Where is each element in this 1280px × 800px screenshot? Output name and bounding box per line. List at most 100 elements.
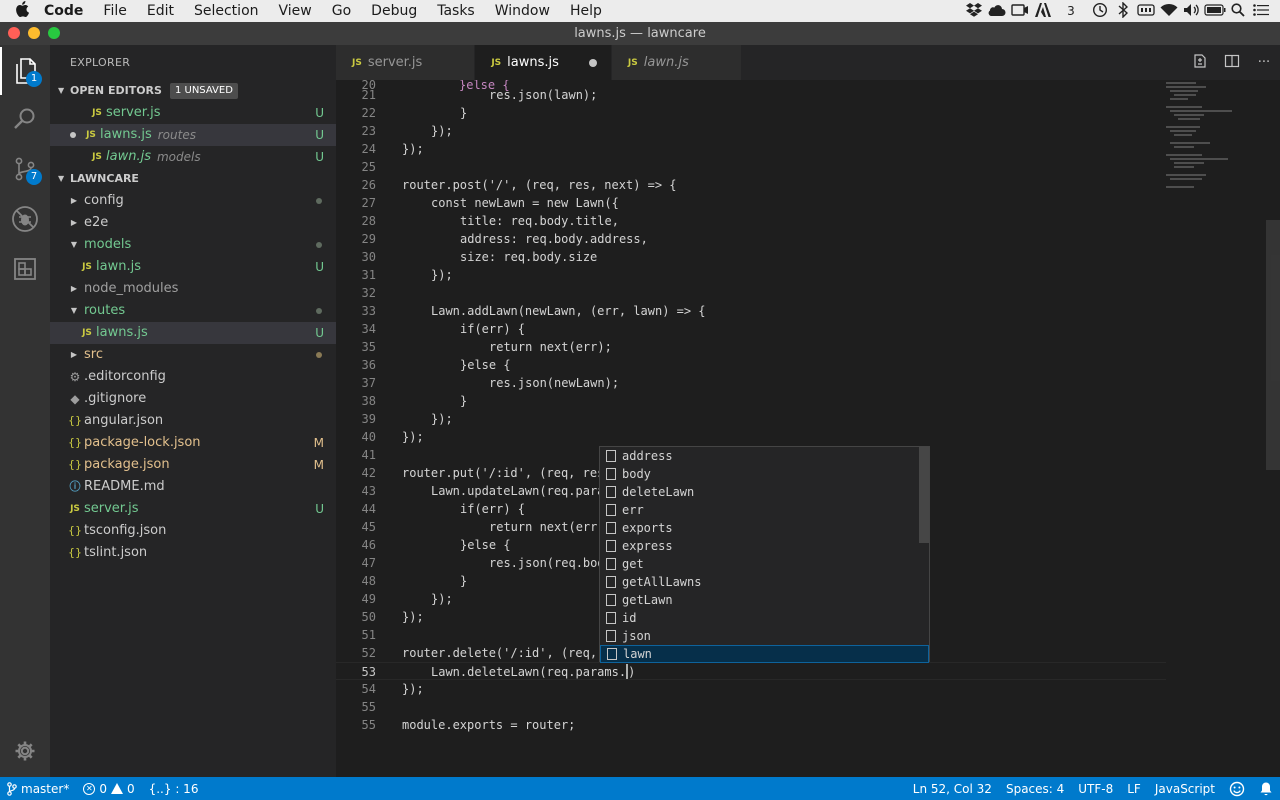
apple-icon[interactable] — [0, 1, 44, 21]
file-name: package.json — [84, 457, 170, 472]
tree-file-lawn-js[interactable]: JS lawn.js U — [50, 256, 336, 278]
encoding-status[interactable]: UTF-8 — [1071, 782, 1120, 796]
js-file-icon: JS — [70, 504, 80, 514]
open-changes-icon[interactable] — [1184, 53, 1216, 73]
suggestion-item[interactable]: id — [600, 609, 929, 627]
tree-folder-models[interactable]: ▼ models — [50, 234, 336, 256]
json-file-icon: {} — [68, 546, 82, 559]
code-editor[interactable]: 20}else { 21 res.json(lawn); 22} 23}); 24… — [336, 80, 1280, 777]
tree-file-lawns-js[interactable]: JS lawns.js U — [50, 322, 336, 344]
open-editor-lawns-js[interactable]: JS lawns.js routes U — [50, 124, 336, 146]
tree-file-server-js[interactable]: JS server.js U — [50, 498, 336, 520]
menu-file[interactable]: File — [93, 3, 136, 19]
manage-activity[interactable] — [0, 727, 50, 775]
file-name: angular.json — [84, 413, 164, 428]
language-status[interactable]: JavaScript — [1148, 782, 1222, 796]
git-status-badge: U — [315, 106, 324, 120]
json-file-icon: {} — [68, 458, 82, 471]
suggestion-item[interactable]: express — [600, 537, 929, 555]
suggestion-item[interactable]: json — [600, 627, 929, 645]
menu-app-name[interactable]: Code — [44, 3, 93, 19]
suggestion-item[interactable]: get — [600, 555, 929, 573]
extensions-icon — [14, 258, 36, 280]
file-name: lawns.js — [100, 127, 152, 142]
open-editors-header[interactable]: ▼ OPEN EDITORS 1 UNSAVED — [50, 80, 336, 102]
indentation-status[interactable]: Spaces: 4 — [999, 782, 1071, 796]
feedback-smiley-icon[interactable] — [1222, 781, 1252, 797]
wifi-icon[interactable] — [1157, 3, 1180, 20]
open-editor-server-js[interactable]: JS server.js U — [50, 102, 336, 124]
tree-file-readme[interactable]: ⓘ README.md — [50, 476, 336, 498]
suggestion-item[interactable]: getAllLawns — [600, 573, 929, 591]
tree-folder-routes[interactable]: ▼ routes — [50, 300, 336, 322]
breadcrumb-status[interactable]: {..} : 16 — [142, 782, 206, 796]
battery-icon[interactable] — [1203, 3, 1226, 19]
menu-edit[interactable]: Edit — [137, 3, 184, 19]
suggestion-item[interactable]: err — [600, 501, 929, 519]
tree-file-tslint-json[interactable]: {} tslint.json — [50, 542, 336, 564]
tree-folder-e2e[interactable]: ▶ e2e — [50, 212, 336, 234]
editor-scrollbar[interactable] — [1266, 220, 1280, 470]
tab-lawns-js[interactable]: JS lawns.js — [475, 45, 612, 80]
bluetooth-icon[interactable] — [1111, 0, 1134, 21]
folder-name: routes — [84, 303, 126, 318]
suggestion-item[interactable]: body — [600, 465, 929, 483]
suggestion-item[interactable]: deleteLawn — [600, 483, 929, 501]
unsaved-dot-icon[interactable] — [588, 58, 597, 67]
menu-view[interactable]: View — [269, 3, 322, 19]
video-icon[interactable] — [1008, 3, 1031, 19]
activity-bar: 1 7 — [0, 45, 50, 777]
tab-lawn-js[interactable]: JS lawn.js — [611, 45, 742, 80]
problems-status[interactable]: ✕ 0 0 — [76, 782, 141, 796]
menu-go[interactable]: Go — [322, 3, 361, 19]
menu-help[interactable]: Help — [560, 3, 612, 19]
volume-icon[interactable] — [1180, 3, 1203, 20]
tree-file-angular-json[interactable]: {} angular.json — [50, 410, 336, 432]
menu-selection[interactable]: Selection — [184, 3, 269, 19]
minimap[interactable] — [1166, 80, 1266, 200]
suggestion-item[interactable]: address — [600, 447, 929, 465]
debug-activity[interactable] — [0, 195, 50, 243]
tree-folder-config[interactable]: ▶ config — [50, 190, 336, 212]
tree-file-gitignore[interactable]: ◆ .gitignore — [50, 388, 336, 410]
search-icon[interactable] — [1226, 2, 1249, 20]
menu-tasks[interactable]: Tasks — [427, 3, 485, 19]
tree-file-package-lock-json[interactable]: {} package-lock.json M — [50, 432, 336, 454]
tree-file-tsconfig-json[interactable]: {} tsconfig.json — [50, 520, 336, 542]
notifications-bell-icon[interactable] — [1252, 781, 1280, 797]
search-activity[interactable] — [0, 95, 50, 143]
explorer-sidebar: EXPLORER ▼ OPEN EDITORS 1 UNSAVED JS ser… — [50, 45, 336, 777]
tree-folder-src[interactable]: ▶ src — [50, 344, 336, 366]
suggestion-item[interactable]: getLawn — [600, 591, 929, 609]
macos-menubar: Code File Edit Selection View Go Debug T… — [0, 0, 1280, 22]
suggest-widget[interactable]: address body deleteLawn err exports expr… — [599, 446, 930, 663]
time-machine-icon[interactable] — [1088, 2, 1111, 21]
dock-count[interactable]: 3 — [1054, 4, 1088, 18]
split-editor-icon[interactable] — [1216, 53, 1248, 73]
extensions-activity[interactable] — [0, 245, 50, 293]
list-icon[interactable] — [1249, 3, 1272, 19]
suggest-scrollbar[interactable] — [919, 447, 929, 543]
menu-window[interactable]: Window — [485, 3, 560, 19]
unsaved-dot-icon[interactable] — [70, 132, 76, 138]
tab-server-js[interactable]: JS server.js — [336, 45, 476, 80]
explorer-activity[interactable]: 1 — [0, 47, 50, 95]
cursor-position-status[interactable]: Ln 52, Col 32 — [906, 782, 999, 796]
eol-status[interactable]: LF — [1120, 782, 1148, 796]
cloud-icon[interactable] — [985, 4, 1008, 19]
tree-file-package-json[interactable]: {} package.json M — [50, 454, 336, 476]
source-control-activity[interactable]: 7 — [0, 145, 50, 193]
dropbox-icon[interactable] — [962, 2, 985, 20]
more-actions-icon[interactable]: ··· — [1248, 55, 1280, 70]
suggestion-item-focused[interactable]: lawn — [600, 645, 929, 663]
battery-meter-icon[interactable] — [1134, 3, 1157, 19]
branch-status[interactable]: master* — [0, 782, 76, 796]
warning-count: 0 — [126, 781, 135, 796]
tree-folder-node-modules[interactable]: ▶ node_modules — [50, 278, 336, 300]
tree-file-editorconfig[interactable]: ⚙ .editorconfig — [50, 366, 336, 388]
project-header[interactable]: ▼ LAWNCARE — [50, 168, 336, 190]
menu-debug[interactable]: Debug — [361, 3, 427, 19]
open-editor-lawn-js[interactable]: JS lawn.js models U — [50, 146, 336, 168]
suggestion-item[interactable]: exports — [600, 519, 929, 537]
adobe-icon[interactable] — [1031, 2, 1054, 20]
